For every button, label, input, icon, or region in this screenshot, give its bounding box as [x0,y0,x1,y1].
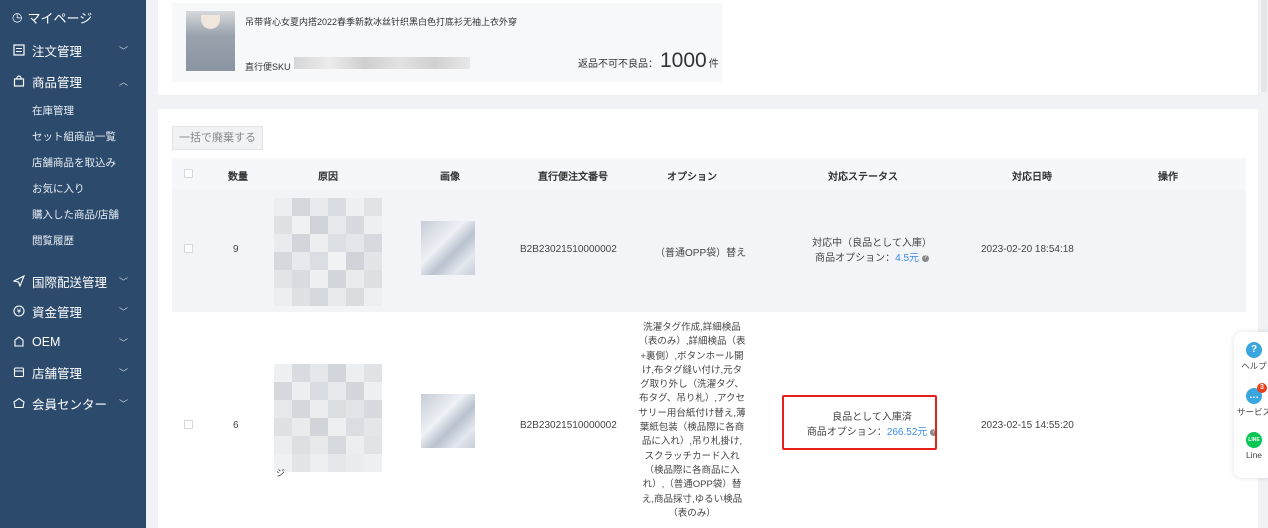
sidebar-sub-set-products[interactable]: セット組商品一覧 [0,123,146,149]
option-price-link[interactable]: 4.5元 [895,253,919,264]
sidebar-item-member[interactable]: 会員センター ﹀ [0,388,146,418]
chevron-down-icon: ﹀ [118,368,128,378]
help-question-icon[interactable]: ? [921,254,929,262]
sidebar-sub-inventory[interactable]: 在庫管理 [0,97,146,123]
sidebar-sub-favorites[interactable]: お気に入り [0,175,146,201]
header-cause: 原因 [318,172,338,183]
member-icon [12,396,26,410]
sidebar-item-mypage[interactable]: ◷ マイページ [0,2,146,32]
table-row: 9 B2B23021510000002 （普通OPP袋）替え 対応中（良品として… [172,190,1246,312]
sidebar-item-shipping[interactable]: 国際配送管理 ﹀ [0,266,146,296]
svg-text:¥: ¥ [17,308,22,316]
scrollbar[interactable] [1261,0,1267,92]
product-image[interactable] [421,221,475,275]
oem-icon [12,335,26,349]
list-icon [12,43,26,57]
send-icon [12,274,26,288]
sidebar: ◷ マイページ 注文管理 ﹀ 商品管理 ︿ 在庫管理 セット組商品一覧 店舗商品… [0,0,146,528]
product-thumbnail [186,11,235,71]
chevron-down-icon: ﹀ [118,46,128,56]
header-order-no: 直行便注文番号 [538,172,608,183]
option-list: 洗濯タグ作成,詳細検品 （表のみ）,詳細検品（表 +裏側）,ボタンホール開 け,… [638,322,746,519]
question-icon: ? [1246,342,1262,358]
cause-text: ジ [276,468,286,478]
chevron-down-icon: ﹀ [118,307,128,317]
money-icon: ¥ [12,304,26,318]
sidebar-item-products[interactable]: 商品管理 ︿ [0,66,146,96]
chat-icon: … 3 [1246,383,1267,404]
header-option: オプション [667,172,717,183]
qty-cell: 6 [233,420,239,431]
product-image[interactable] [421,394,475,448]
product-title: 吊带背心女夏内搭2022春季新款冰丝针织黑白色打底衫无袖上衣外穿 [245,17,518,27]
datetime-cell: 2023-02-15 14:55:20 [981,420,1074,431]
select-all-checkbox[interactable] [184,169,193,178]
product-card: 吊带背心女夏内搭2022春季新款冰丝针织黑白色打底衫无袖上衣外穿 直行便SKU … [172,3,722,82]
clock-icon: ◷ [12,10,23,24]
sidebar-item-funds[interactable]: ¥ 資金管理 ﹀ [0,296,146,326]
sku-label: 直行便SKU [245,62,291,72]
sidebar-sub-import[interactable]: 店舗商品を取込み [0,149,146,175]
bag-icon [12,74,26,88]
sidebar-sub-history[interactable]: 閲覧履歴 [0,227,146,253]
sidebar-sub-purchased[interactable]: 購入した商品/店舗 [0,201,146,227]
sku-value-masked [294,57,470,69]
service-button[interactable]: … 3 サービス [1234,383,1268,418]
sidebar-item-shop[interactable]: 店舗管理 ﹀ [0,357,146,387]
floating-help-bar: ? ヘルプ … 3 サービス LINE Line [1234,332,1268,478]
shop-icon [12,365,26,379]
cause-image-blurred [274,198,382,306]
bulk-dispose-button[interactable]: 一括で廃棄する [172,126,263,150]
cause-image-blurred [274,364,382,472]
status-highlight-box [782,395,937,450]
chevron-down-icon: ﹀ [118,399,128,409]
sidebar-item-oem[interactable]: OEM ﹀ [0,327,146,357]
option-text: （普通OPP袋）替え [655,248,747,259]
row-checkbox[interactable] [184,420,193,429]
order-number: B2B23021510000002 [520,244,617,255]
header-image: 画像 [440,172,460,183]
notification-badge: 3 [1257,383,1267,393]
header-actions: 操作 [1158,172,1178,183]
header-qty: 数量 [228,172,248,183]
header-datetime: 対応日時 [1012,172,1052,183]
row-checkbox[interactable] [184,244,193,253]
help-button[interactable]: ? ヘルプ [1234,342,1268,372]
chevron-down-icon: ﹀ [118,338,128,348]
line-icon: LINE [1246,432,1262,448]
order-number: B2B23021510000002 [520,420,617,431]
chevron-up-icon: ︿ [118,77,128,87]
chevron-down-icon: ﹀ [118,277,128,287]
header-status: 対応ステータス [828,172,898,183]
status-cell: 対応中（良品として入庫） 商品オプション：4.5元 ? [812,238,932,264]
sidebar-item-orders[interactable]: 注文管理 ﹀ [0,35,146,65]
datetime-cell: 2023-02-20 18:54:18 [981,244,1074,255]
qty-cell: 9 [233,244,239,255]
return-count: 返品不可不良品： 1000 件 [578,49,719,72]
table-header: 数量 原因 画像 直行便注文番号 オプション 対応ステータス 対応日時 操作 [172,158,1246,190]
line-button[interactable]: LINE Line [1234,432,1268,460]
